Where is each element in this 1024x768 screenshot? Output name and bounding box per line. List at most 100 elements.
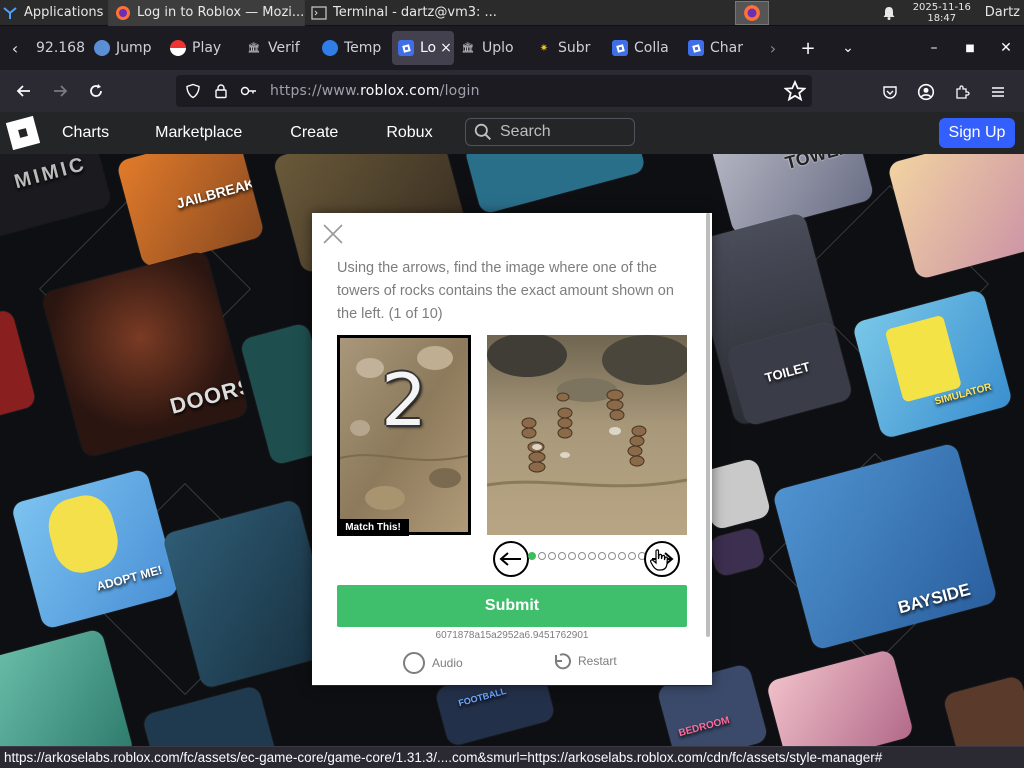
tab-subr[interactable]: ✷ Subr <box>530 31 606 65</box>
restart-label: Restart <box>578 654 617 668</box>
nav-charts[interactable]: Charts <box>62 124 109 142</box>
game-card-label: TOILET <box>763 358 812 386</box>
extensions-button[interactable] <box>944 74 980 110</box>
progress-dot <box>578 552 586 560</box>
game-card-snake <box>0 628 135 746</box>
reload-icon <box>90 84 102 97</box>
audio-challenge-button[interactable]: Audio <box>402 651 463 675</box>
minimize-window-button[interactable]: – <box>916 40 952 56</box>
search-placeholder: Search <box>500 123 551 140</box>
back-arrow-icon <box>16 85 30 97</box>
nav-create[interactable]: Create <box>290 124 338 142</box>
close-window-button[interactable]: ✕ <box>988 40 1024 56</box>
roblox-header: Charts Marketplace Create Robux Search S… <box>0 112 1024 154</box>
previous-image-button[interactable] <box>493 541 529 577</box>
tab-verif[interactable]: 🏛 Verif <box>240 31 316 65</box>
search-input[interactable]: Search <box>465 118 635 146</box>
game-card-label: MIMIC <box>12 154 90 194</box>
reload-button[interactable] <box>78 73 114 109</box>
pocket-button[interactable] <box>872 74 908 110</box>
tab-uplo[interactable]: 🏛 Uplo <box>454 31 530 65</box>
game-card-label: JAILBREAK <box>174 175 257 212</box>
maximize-window-button[interactable]: ■ <box>952 43 988 54</box>
lock-icon[interactable] <box>210 80 232 102</box>
notification-bell-icon[interactable] <box>881 5 897 21</box>
progress-dot <box>608 552 616 560</box>
captcha-instructions: Using the arrows, find the image where o… <box>337 260 674 322</box>
tracking-protection-shield-icon[interactable] <box>182 80 204 102</box>
roblox-icon <box>398 40 414 56</box>
close-icon[interactable] <box>322 223 344 245</box>
list-all-tabs-button[interactable]: ⌄ <box>828 40 868 56</box>
forward-button[interactable] <box>42 73 78 109</box>
navigation-toolbar: https://www.roblox.com/login <box>0 70 1024 112</box>
tab-jump[interactable]: Jump <box>88 31 164 65</box>
restart-button[interactable]: Restart <box>552 651 617 671</box>
xfce-logo-icon <box>3 6 17 19</box>
user-menu[interactable]: Dartz <box>977 5 1024 20</box>
back-button[interactable] <box>6 73 42 109</box>
roblox-icon <box>612 40 628 56</box>
game-card-label: ADOPT ME! <box>95 562 164 594</box>
game-card-stars <box>707 526 767 578</box>
url-text: https://www.roblox.com/login <box>270 83 480 99</box>
bookmark-star-icon[interactable] <box>784 80 806 102</box>
new-tab-button[interactable]: + <box>788 38 828 59</box>
firefox-tray-button[interactable] <box>734 0 769 25</box>
clock-date: 2025-11-16 <box>912 1 971 13</box>
scroll-tabs-right-button[interactable]: › <box>758 39 788 58</box>
nav-marketplace[interactable]: Marketplace <box>155 124 242 142</box>
bank-icon: 🏛 <box>461 42 475 54</box>
app-menu-button[interactable] <box>980 74 1016 110</box>
game-card-cartoon <box>765 648 915 746</box>
status-bar: https://arkoselabs.roblox.com/fc/assets/… <box>0 746 1024 768</box>
submit-button[interactable]: Submit <box>337 585 687 627</box>
account-button[interactable] <box>908 74 944 110</box>
progress-dot <box>528 552 536 560</box>
taskbar-window-title: Log in to Roblox — Mozi... <box>137 5 304 20</box>
game-card-red <box>0 308 38 420</box>
tab-play[interactable]: Play <box>164 31 240 65</box>
bank-icon: 🏛 <box>247 42 261 54</box>
clock-time: 18:47 <box>927 12 957 24</box>
scroll-tabs-left-button[interactable]: ‹ <box>0 39 30 58</box>
session-id-text: 6071878a15a2952a6.9451762901 <box>435 630 589 641</box>
tab-temp[interactable]: Temp <box>316 31 392 65</box>
tab-label: Subr <box>558 40 591 56</box>
url-path: /login <box>439 83 480 99</box>
nav-robux[interactable]: Robux <box>386 124 432 142</box>
tab-label: Char <box>710 40 743 56</box>
hand-pointer-cursor-icon <box>650 549 668 571</box>
modal-scrollbar[interactable] <box>706 213 710 637</box>
tab-char[interactable]: Char <box>682 31 758 65</box>
globe-icon <box>94 40 110 56</box>
taskbar-window-firefox[interactable]: Log in to Roblox — Mozi... <box>108 0 304 26</box>
tab-login-roblox[interactable]: Lo × <box>392 31 454 65</box>
sign-up-button[interactable]: Sign Up <box>939 118 1015 148</box>
game-card-label: DOORS <box>167 372 250 419</box>
puzzle-piece-icon <box>956 85 970 99</box>
applications-menu[interactable]: Applications ☰ <box>0 0 108 26</box>
url-bar[interactable]: https://www.roblox.com/login <box>176 75 812 107</box>
tab-label: Play <box>192 40 222 56</box>
taskbar-window-title: Terminal - dartz@vm3: ... <box>333 5 497 20</box>
close-tab-icon[interactable]: × <box>440 40 452 56</box>
tab-label: Lo <box>420 40 437 56</box>
firefox-icon <box>743 4 760 21</box>
clock[interactable]: 2025-11-16 18:47 <box>907 2 977 24</box>
tab-label: 92.168 <box>36 40 85 56</box>
headphones-icon <box>403 652 425 674</box>
taskbar-window-terminal[interactable]: Terminal - dartz@vm3: ... <box>304 0 500 26</box>
pet-shape <box>42 489 125 579</box>
tab-label: Verif <box>268 40 300 56</box>
progress-dot <box>618 552 626 560</box>
progress-dot <box>538 552 546 560</box>
tab-label: Temp <box>344 40 382 56</box>
tab-192[interactable]: 92.168 <box>30 31 88 65</box>
progress-dot <box>548 552 556 560</box>
game-card-corner <box>942 674 1024 746</box>
roblox-logo-icon[interactable] <box>5 115 41 151</box>
tab-colla[interactable]: Colla <box>606 31 682 65</box>
permissions-key-icon[interactable] <box>238 80 260 102</box>
reference-image: 2 <box>337 335 471 535</box>
